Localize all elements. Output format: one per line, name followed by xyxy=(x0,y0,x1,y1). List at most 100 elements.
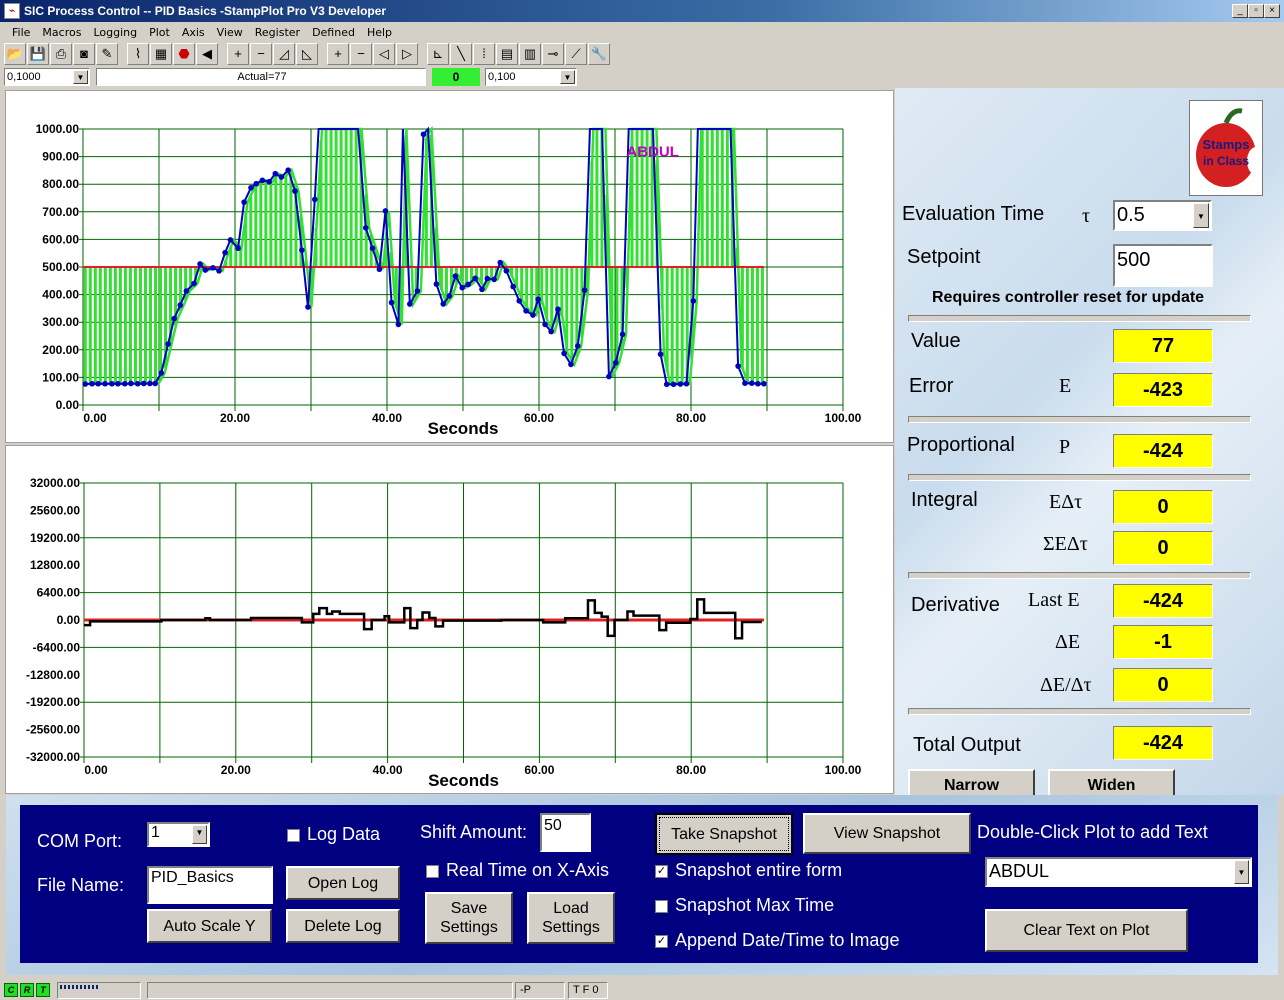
view-snapshot-button[interactable]: View Snapshot xyxy=(803,813,971,854)
stamps-in-class-logo: Stamps in Class xyxy=(1189,100,1263,196)
menu-view[interactable]: View xyxy=(211,26,249,39)
magic-wand-icon[interactable]: ✎ xyxy=(96,43,118,65)
x-tick-label: 20.00 xyxy=(221,763,251,777)
menu-axis[interactable]: Axis xyxy=(176,26,211,39)
checkbox-icon[interactable] xyxy=(426,864,439,878)
save-settings-button[interactable]: Save Settings xyxy=(425,892,513,944)
svg-text:Stamps: Stamps xyxy=(1203,137,1250,152)
load-settings-button[interactable]: Load Settings xyxy=(527,892,615,944)
minimize-button[interactable]: _ xyxy=(1232,4,1248,18)
checkbox-icon[interactable] xyxy=(287,828,300,842)
y-range-combo[interactable]: 0,100 ▼ xyxy=(485,68,577,86)
y-tick-label: 6400.00 xyxy=(37,586,81,600)
e-dtau-display: 0 xyxy=(1113,490,1213,524)
data-point xyxy=(152,380,158,387)
probe-icon[interactable]: ⊸ xyxy=(542,43,564,65)
shift-up-icon[interactable]: ◿ xyxy=(273,43,295,65)
back-arrow-icon[interactable]: ◀ xyxy=(196,43,218,65)
auto-scale-y-button[interactable]: Auto Scale Y xyxy=(147,909,272,943)
data-point xyxy=(285,167,292,173)
p-symbol: P xyxy=(1059,436,1071,458)
data-point xyxy=(657,351,664,358)
zoom-out-x-icon[interactable]: − xyxy=(350,43,372,65)
open-folder-icon[interactable]: 📂 xyxy=(4,43,26,65)
x-range-combo[interactable]: 0,1000 ▼ xyxy=(4,68,90,86)
chevron-down-icon[interactable]: ▼ xyxy=(1234,860,1249,884)
y-tick-label: -32000.00 xyxy=(26,750,80,764)
clipboard-icon[interactable]: ▥ xyxy=(519,43,541,65)
chevron-down-icon[interactable]: ▼ xyxy=(560,70,575,84)
checkbox-icon[interactable] xyxy=(655,899,668,913)
menu-defined[interactable]: Defined xyxy=(306,26,361,39)
com-port-combo[interactable]: 1 ▼ xyxy=(147,822,210,847)
snapshot-form-label: Snapshot entire form xyxy=(675,860,843,880)
shift-left-icon[interactable]: ◁ xyxy=(373,43,395,65)
snapshot-max-checkbox[interactable]: Snapshot Max Time xyxy=(655,895,834,916)
plot-grid-icon[interactable]: ▦ xyxy=(150,43,172,65)
chart-line-icon[interactable]: ⟋ xyxy=(565,43,587,65)
chevron-down-icon[interactable]: ▼ xyxy=(1193,203,1209,228)
zoom-in-y-icon[interactable]: + xyxy=(227,43,249,65)
stop-icon[interactable]: ⬣ xyxy=(173,43,195,65)
open-log-button[interactable]: Open Log xyxy=(286,866,400,900)
pen-icon[interactable]: ╲ xyxy=(450,43,472,65)
zoom-in-x-icon[interactable]: + xyxy=(327,43,349,65)
app-icon[interactable]: ⌁ xyxy=(4,3,20,19)
total-output-display: -424 xyxy=(1113,726,1213,760)
plot-text-combo[interactable]: ABDUL ▼ xyxy=(985,857,1252,887)
data-point xyxy=(395,321,402,328)
data-point xyxy=(115,380,121,387)
zoom-out-y-icon[interactable]: − xyxy=(250,43,272,65)
setpoint-input[interactable] xyxy=(1113,244,1213,287)
shift-amount-input[interactable] xyxy=(540,813,591,852)
data-point xyxy=(542,321,548,328)
sum-e-dtau-symbol: ΣEΔτ xyxy=(1043,533,1088,555)
menu-help[interactable]: Help xyxy=(361,26,398,39)
axis-icon[interactable]: ⊾ xyxy=(427,43,449,65)
data-point xyxy=(369,245,376,252)
camera-icon[interactable]: ◙ xyxy=(73,43,95,65)
title-bar: SIC Process Control -- PID Basics -Stamp… xyxy=(0,0,1284,22)
divider xyxy=(908,572,1251,579)
print-icon[interactable]: ⎙ xyxy=(50,43,72,65)
close-button[interactable]: × xyxy=(1264,4,1280,18)
checkbox-icon[interactable]: ✓ xyxy=(655,934,668,948)
real-time-checkbox[interactable]: Real Time on X-Axis xyxy=(426,860,609,881)
restore-button[interactable]: ▫ xyxy=(1248,4,1264,18)
menu-register[interactable]: Register xyxy=(249,26,306,39)
eval-time-combo[interactable]: 0.5 ▼ xyxy=(1113,200,1212,231)
append-datetime-checkbox[interactable]: ✓ Append Date/Time to Image xyxy=(655,930,899,951)
notepad-icon[interactable]: ▤ xyxy=(496,43,518,65)
data-point xyxy=(440,301,447,307)
e-dtau-symbol: EΔτ xyxy=(1049,491,1083,513)
chevron-down-icon[interactable]: ▼ xyxy=(73,70,88,84)
take-snapshot-button[interactable]: Take Snapshot xyxy=(655,813,793,855)
data-points-icon[interactable]: ⁞ xyxy=(473,43,495,65)
data-point xyxy=(89,380,95,387)
wrench-icon[interactable]: 🔧 xyxy=(588,43,610,65)
plot-connect-icon[interactable]: ⌇ xyxy=(127,43,149,65)
x-tick-label: 60.00 xyxy=(524,411,554,425)
menu-macros[interactable]: Macros xyxy=(36,26,87,39)
plot-text-value: ABDUL xyxy=(989,861,1050,881)
delta-e-symbol: ΔE xyxy=(1055,631,1081,653)
file-name-input[interactable] xyxy=(147,866,273,904)
value-label: Value xyxy=(911,330,961,352)
top-plot[interactable]: 0.00 100.00 200.00 300.00 400.00 500.00 600.00… xyxy=(5,90,894,443)
top-plot-svg[interactable]: 0.00 100.00 200.00 300.00 400.00 500.00 600.00… xyxy=(6,91,893,442)
clear-text-button[interactable]: Clear Text on Plot xyxy=(985,909,1188,952)
delete-log-button[interactable]: Delete Log xyxy=(286,909,400,943)
snapshot-form-checkbox[interactable]: ✓ Snapshot entire form xyxy=(655,860,842,881)
shift-right-icon[interactable]: ▷ xyxy=(396,43,418,65)
log-data-checkbox[interactable]: Log Data xyxy=(287,824,380,845)
bottom-plot-svg[interactable]: -32000.00 -25600.00 -19200.00 -12800.00 -640… xyxy=(6,446,893,793)
menu-file[interactable]: File xyxy=(6,26,36,39)
chevron-down-icon[interactable]: ▼ xyxy=(192,825,207,844)
data-point xyxy=(197,261,203,267)
shift-down-icon[interactable]: ◺ xyxy=(296,43,318,65)
save-icon[interactable]: 💾 xyxy=(27,43,49,65)
menu-logging[interactable]: Logging xyxy=(87,26,143,39)
checkbox-icon[interactable]: ✓ xyxy=(655,864,668,878)
menu-plot[interactable]: Plot xyxy=(143,26,176,39)
bottom-plot[interactable]: -32000.00 -25600.00 -19200.00 -12800.00 -640… xyxy=(5,445,894,794)
